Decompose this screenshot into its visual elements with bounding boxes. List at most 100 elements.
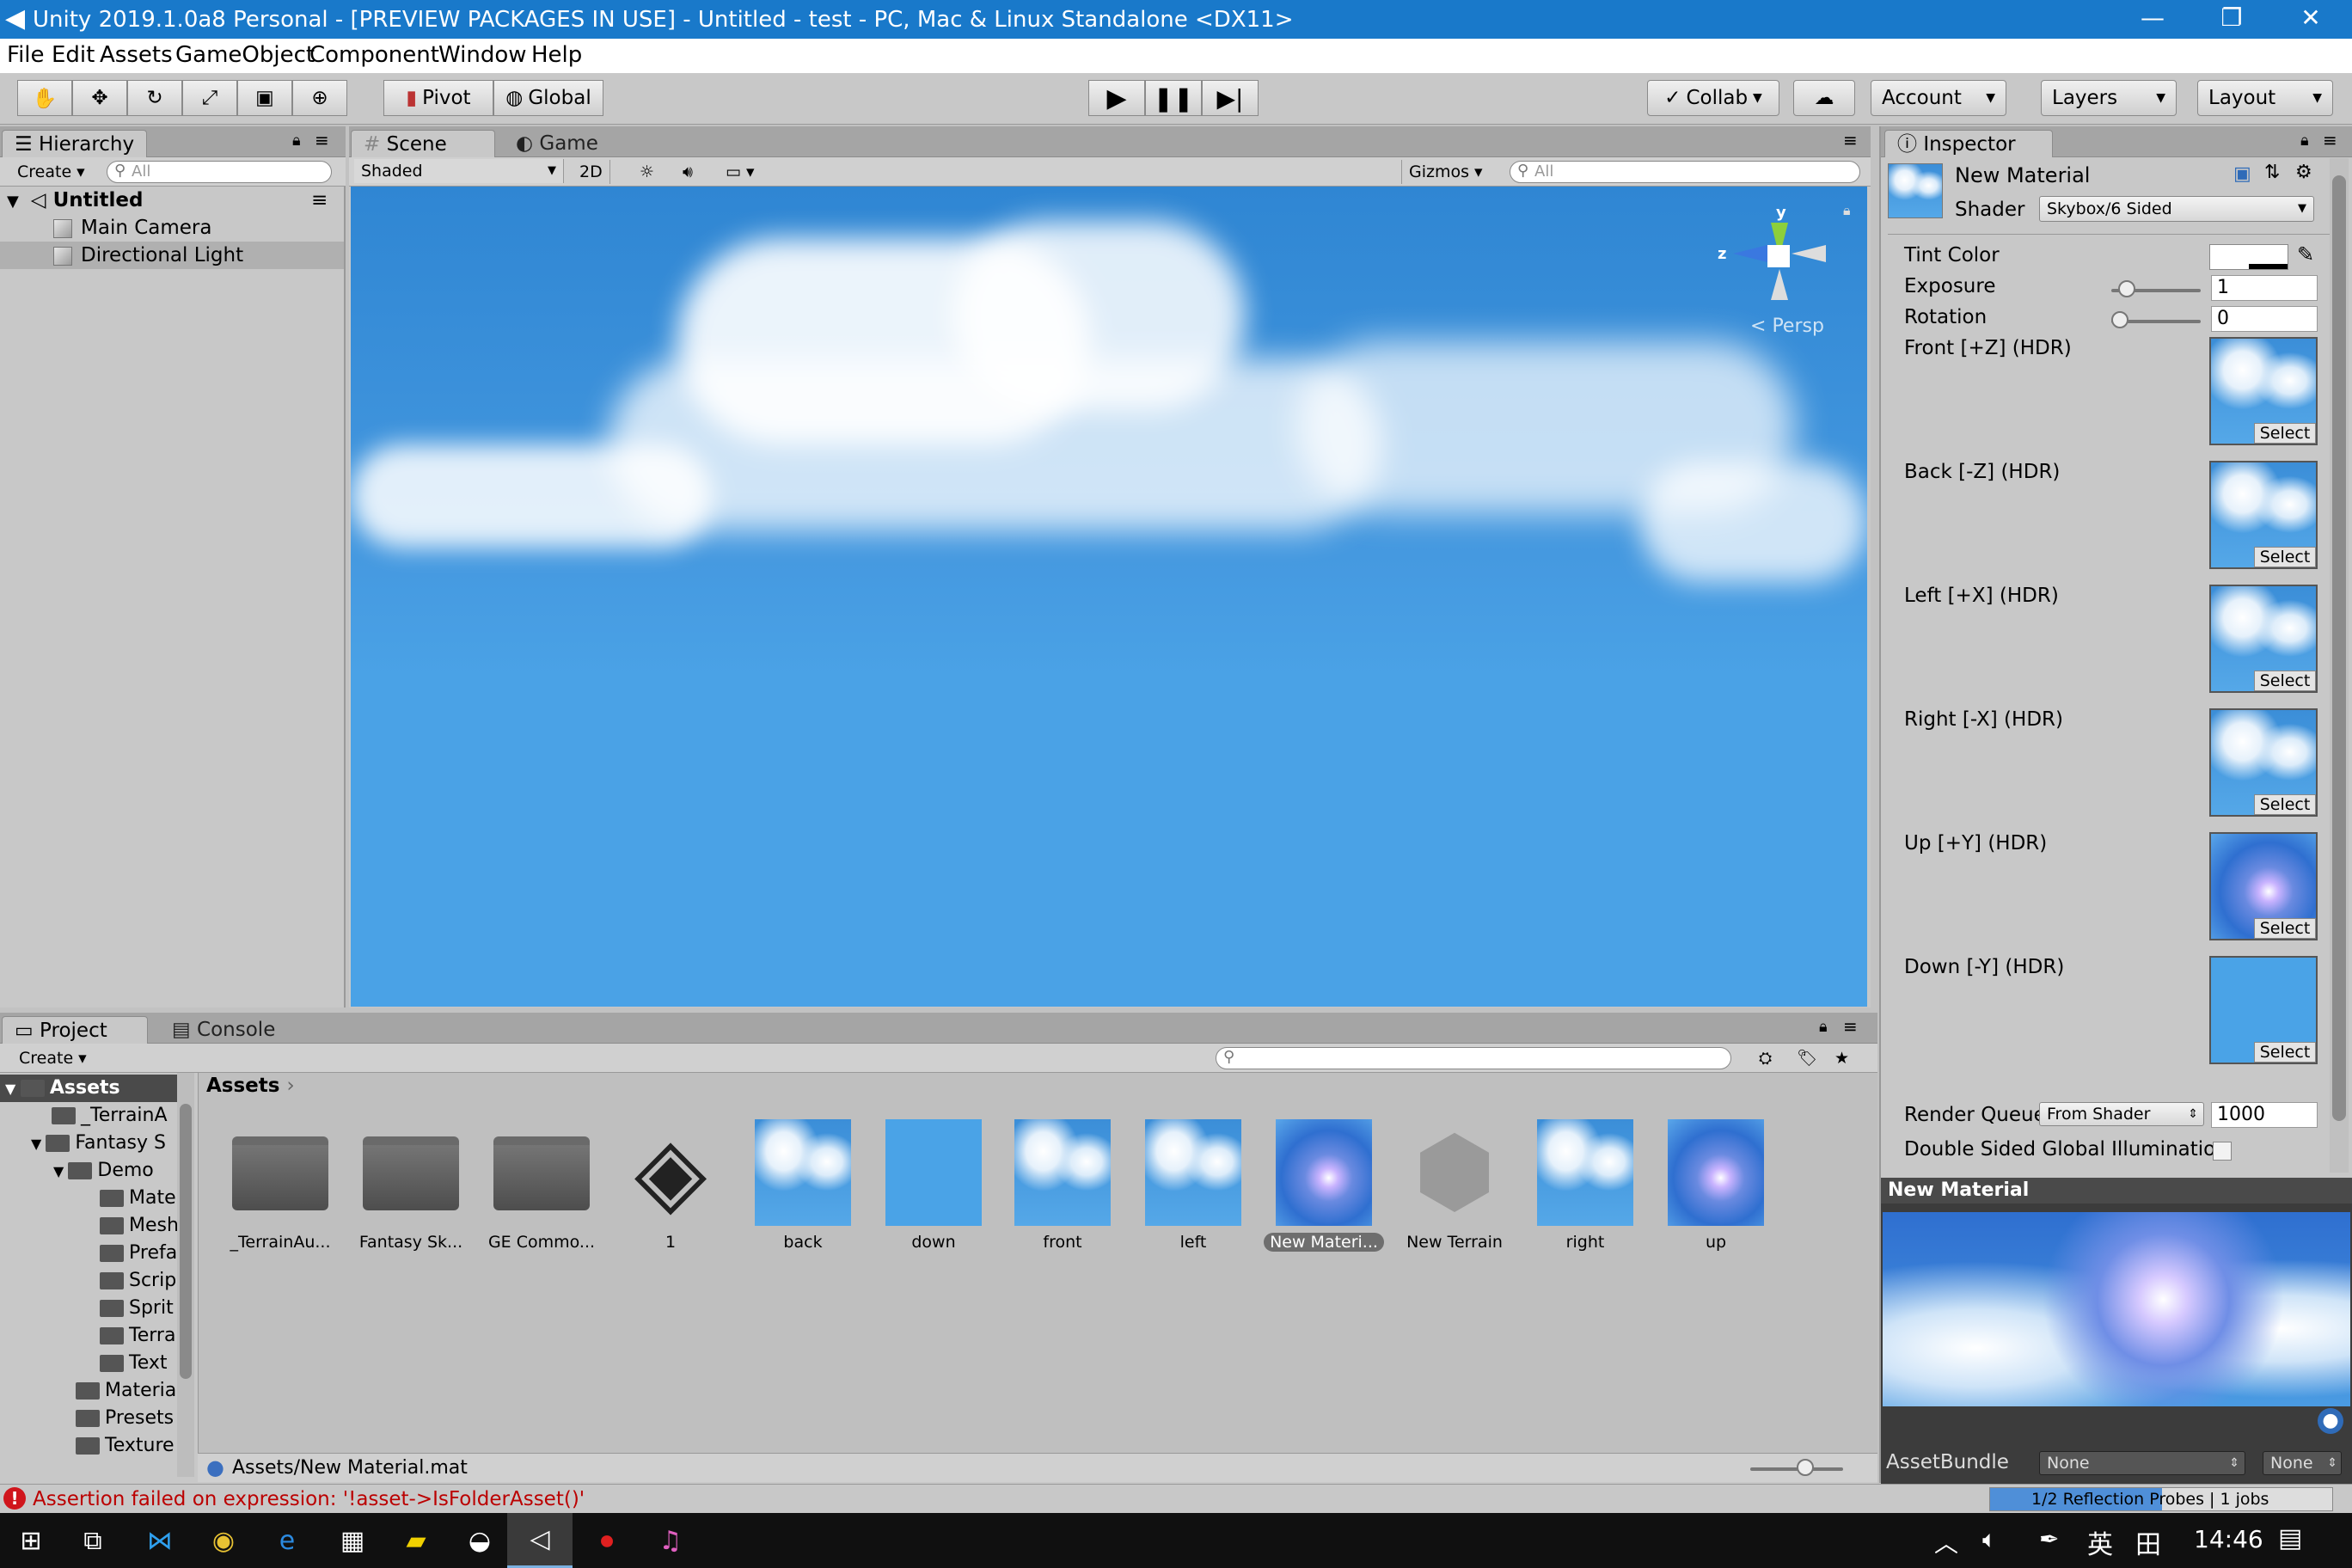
menu-file[interactable]: File [7,42,45,68]
left-texture-slot[interactable]: Select [2209,585,2318,693]
filter-label-button[interactable]: 🏷︎ [1790,1046,1824,1070]
audio-toggle[interactable]: 🔊︎ [676,160,700,184]
tree-item[interactable]: Presets [76,1405,177,1432]
right-texture-slot[interactable]: Select [2209,708,2318,817]
gizmo-center-cube[interactable] [1767,245,1790,267]
rotation-slider-knob[interactable] [2111,311,2128,328]
panel-menu-icon[interactable]: ≡ [315,130,329,150]
select-button[interactable]: Select [2254,547,2316,567]
select-button[interactable]: Select [2254,1042,2316,1063]
eyedropper-icon[interactable]: ✎ [2297,242,2314,266]
asset-item[interactable]: back [743,1119,863,1257]
ime-indicator[interactable]: 英 [2087,1523,2113,1561]
clock[interactable]: 14:46 [2194,1525,2263,1553]
pen-icon[interactable]: ✒ [2039,1525,2059,1553]
volume-icon[interactable]: 🔈︎ [1982,1525,1997,1554]
expand-arrow-icon[interactable]: ▼ [7,193,19,211]
asset-item[interactable]: right [1525,1119,1645,1257]
hierarchy-item[interactable]: Directional Light [0,242,344,269]
tab-inspector[interactable]: ⓘ Inspector [1884,130,2053,157]
tree-item[interactable]: Scrip [100,1267,177,1295]
filter-type-button[interactable]: ⛭ [1752,1046,1779,1070]
scene-search-input[interactable]: ⚲ All [1510,161,1860,183]
render-queue-mode-dropdown[interactable]: From Shader ⇕ [2039,1102,2204,1126]
expand-arrow-icon[interactable]: ▼ [53,1163,68,1179]
account-dropdown[interactable]: Account ▼ [1871,80,2006,116]
tab-scene[interactable]: # Scene [351,130,495,157]
tree-item[interactable]: _TerrainA [52,1102,177,1130]
neg-y-cone[interactable] [1771,269,1788,300]
move-tool-button[interactable]: ✥ [72,80,127,116]
tree-item[interactable]: ▼ Fantasy S [31,1130,177,1157]
asset-item[interactable]: front [1002,1119,1123,1257]
record-icon[interactable]: ⏺ [588,1522,626,1559]
layers-dropdown[interactable]: Layers ▼ [2041,80,2177,116]
icon-size-slider-knob[interactable] [1797,1459,1814,1476]
scroll-thumb[interactable] [2332,175,2346,1121]
hierarchy-scene-row[interactable]: ▼ ◁ Untitled ≡ [0,187,344,214]
asset-item-selected[interactable]: New Materi... [1264,1119,1384,1257]
close-button[interactable]: ✕ [2271,0,2350,39]
preset-icon[interactable]: ⇅ [2264,162,2280,183]
lock-icon[interactable]: 🔒︎ [1819,1018,1828,1036]
rotation-field[interactable]: 0 [2211,306,2318,332]
select-button[interactable]: Select [2254,794,2316,815]
panel-menu-icon[interactable]: ≡ [1843,1016,1858,1037]
scroll-thumb[interactable] [180,1104,192,1379]
menu-gameobject[interactable]: GameObject [175,42,315,68]
chevron-up-icon[interactable]: ︿ [1934,1525,1958,1559]
tab-hierarchy[interactable]: ☰ Hierarchy [2,130,148,157]
effects-dropdown[interactable]: ▭ ▾ [719,160,762,184]
windows-start-icon[interactable]: ⊞ [12,1522,50,1559]
pause-button[interactable]: ❚❚ [1145,80,1202,116]
select-button[interactable]: Select [2254,423,2316,444]
asset-item[interactable]: Fantasy Sk... [351,1119,471,1257]
scene-viewport[interactable]: y z < Persp 🔒︎ [351,187,1867,1007]
render-queue-field[interactable]: 1000 [2211,1102,2318,1128]
hierarchy-item[interactable]: Main Camera [0,214,344,242]
step-button[interactable]: ▶| [1202,80,1259,116]
material-preview[interactable]: ● [1881,1204,2352,1444]
tree-item[interactable]: Text [100,1350,177,1377]
tree-item[interactable]: Mate [100,1185,177,1212]
asset-item[interactable]: ⬢ New Terrain [1394,1119,1515,1257]
calculator-icon[interactable]: ▦ [334,1522,371,1559]
menu-help[interactable]: Help [531,42,582,68]
vscode-icon[interactable]: ⋈ [141,1522,179,1559]
tree-item[interactable]: Terra [100,1322,177,1350]
preview-header[interactable]: New Material [1881,1178,2352,1204]
lock-icon[interactable]: 🔒︎ [292,132,301,150]
sticky-notes-icon[interactable]: ▰ [397,1522,435,1559]
app-icon[interactable]: ◒ [461,1522,499,1559]
menu-window[interactable]: Window [438,42,527,68]
transform-tool-button[interactable]: ⊕ [292,80,347,116]
lock-icon[interactable]: 🔒︎ [1843,202,1851,219]
tree-item[interactable]: Sprit [100,1295,177,1322]
collab-dropdown[interactable]: ✓ Collab ▼ [1647,80,1779,116]
scene-menu-icon[interactable]: ≡ [311,187,328,214]
tree-item[interactable]: Mesh [100,1212,177,1240]
asset-item[interactable]: ◈ 1 [610,1119,731,1257]
select-button[interactable]: Select [2254,671,2316,691]
task-view-icon[interactable]: ⧉ [74,1522,112,1559]
error-message[interactable]: Assertion failed on expression: '!asset-… [33,1488,585,1510]
assetbundle-variant-dropdown[interactable]: None ⇕ [2263,1451,2342,1475]
asset-item[interactable]: _TerrainAu... [220,1119,340,1257]
layout-dropdown[interactable]: Layout ▼ [2197,80,2333,116]
rotate-tool-button[interactable]: ↻ [127,80,182,116]
tree-item[interactable]: Materia [76,1377,177,1405]
project-search-input[interactable]: ⚲ [1216,1047,1731,1069]
inspector-scrollbar[interactable] [2330,158,2349,1173]
pivot-toggle[interactable]: ▮ Pivot [383,80,493,116]
hand-tool-button[interactable]: ✋ [17,80,72,116]
hierarchy-search-input[interactable]: ⚲ All [107,161,332,183]
shading-mode-dropdown[interactable]: Shaded ▼ [354,159,564,183]
expand-arrow-icon[interactable]: ▼ [31,1136,46,1152]
scale-tool-button[interactable]: ⤢ [182,80,237,116]
minimize-button[interactable]: — [2113,0,2192,39]
breadcrumb-assets[interactable]: Assets [206,1075,279,1097]
tree-item[interactable]: ▼ Demo [53,1157,177,1185]
back-texture-slot[interactable]: Select [2209,461,2318,569]
lock-icon[interactable]: 🔒︎ [2300,132,2309,150]
x-axis-cone[interactable] [1792,245,1826,262]
